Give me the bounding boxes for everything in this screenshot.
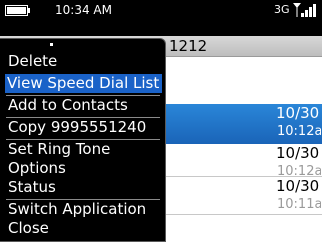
menu-item-status[interactable]: Status	[6, 178, 58, 197]
title-band	[0, 22, 322, 36]
network-type-label: 3G	[274, 3, 290, 16]
call-date: 10/30	[276, 144, 320, 162]
battery-icon	[5, 5, 30, 16]
context-menu: Delete View Speed Dial List Add to Conta…	[0, 38, 166, 242]
menu-item-add-to-contacts[interactable]: Add to Contacts	[6, 96, 130, 115]
menu-item-view-speed-dial-list[interactable]: View Speed Dial List	[5, 74, 162, 93]
menu-item-delete[interactable]: Delete	[6, 52, 59, 71]
menu-item-copy-number[interactable]: Copy 9995551240	[6, 118, 148, 137]
status-bar: 10:34 AM 3G	[0, 0, 322, 22]
scroll-indicator-icon	[50, 43, 53, 46]
clock: 10:34 AM	[55, 3, 112, 17]
menu-item-options[interactable]: Options	[6, 159, 68, 178]
call-time: 10:11a	[277, 197, 321, 212]
phone-number-title: 1212	[169, 37, 208, 55]
signal-strength-icon	[293, 3, 316, 17]
menu-item-switch-application[interactable]: Switch Application	[6, 200, 148, 219]
menu-item-close[interactable]: Close	[6, 219, 51, 238]
call-time: 10:12a	[277, 124, 321, 139]
call-date: 10/30	[276, 104, 320, 122]
call-date: 10/30	[276, 177, 320, 195]
menu-item-set-ring-tone[interactable]: Set Ring Tone	[6, 140, 112, 159]
